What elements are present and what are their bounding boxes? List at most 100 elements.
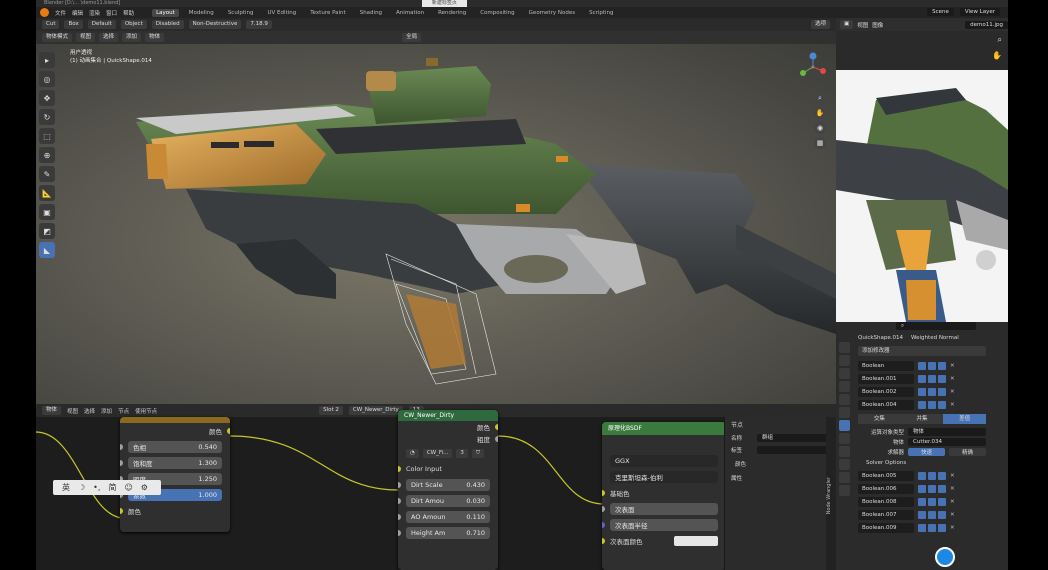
cut-tool-dropdown[interactable]: Cut [42,20,60,29]
subsurface-field[interactable]: 次表面 [610,503,718,515]
pan-hand-icon[interactable]: ✋ [992,51,1002,60]
tab-rendering[interactable]: Rendering [434,9,470,17]
group-dirt-scale-socket[interactable] [398,482,401,488]
hsv-output-socket[interactable] [227,428,230,434]
modifier-row-boolean-002[interactable]: Boolean.002 ✕ [836,385,1008,398]
tab-compositing[interactable]: Compositing [476,9,518,17]
browser-tab[interactable]: 新建标签页 [421,0,467,7]
mode-dropdown[interactable]: 物体模式 [42,33,73,42]
principled-bsdf-node[interactable]: 原理化BSDF GGX 克里斯坦森-伯利 基础色 次表面 次表面半径 次表面颜色 [602,422,726,570]
subsurface-method-dropdown[interactable]: 克里斯坦森-伯利 [610,471,718,483]
object-name[interactable]: QuickShape.014 [858,335,903,341]
base-color-socket[interactable] [602,490,605,496]
default-dropdown[interactable]: Default [87,20,116,29]
ao-amount-field[interactable]: AO Amoun 0.110 [406,511,490,523]
moon-icon[interactable]: ☽ [78,483,85,492]
properties-search[interactable]: ⌕ [836,322,1008,332]
zoom-icon[interactable]: ⌕ [998,35,1002,45]
punctuation-icon[interactable]: •, [93,483,100,492]
reference-image[interactable] [836,70,1008,322]
node-wrangler-tab[interactable]: Node Wrangler [826,417,836,570]
bsdf-node-header[interactable]: 原理化BSDF [602,422,726,435]
dirt-amount-field[interactable]: Dirt Amou 0.030 [406,495,490,507]
height-amount-field[interactable]: Height Am 0.710 [406,527,490,539]
boolean-union-tab[interactable]: 并集 [900,414,944,424]
group-node-header[interactable]: CW_Newer_Dirty [398,410,498,421]
modifier-row-boolean-005[interactable]: Boolean.005 ✕ [836,469,1008,482]
node-group-name[interactable]: CW_Fi... [422,448,453,458]
hsv-color-input-socket[interactable] [120,508,123,514]
node-color-section[interactable]: 颜色 [725,456,836,472]
node-label-field[interactable] [757,446,830,454]
pan-hand-icon[interactable]: ✋ [814,107,826,119]
tab-texture-paint[interactable]: Texture Paint [306,9,350,17]
physics-tab-icon[interactable] [839,446,850,457]
tab-layout[interactable]: Layout [152,8,179,17]
ime-lang-toggle[interactable]: 英 [62,482,70,493]
particles-tab-icon[interactable] [839,433,850,444]
solver-options-panel[interactable]: Solver Options [836,457,1008,469]
tab-uv-editing[interactable]: UV Editing [264,9,301,17]
menu-edit[interactable]: 编辑 [72,9,83,17]
ortho-grid-icon[interactable]: ▦ [814,137,826,149]
tab-sculpting[interactable]: Sculpting [224,9,258,17]
chat-bubble-icon[interactable] [935,547,955,567]
add-modifier-button[interactable]: 添加修改器 [858,346,986,356]
tab-modeling[interactable]: Modeling [185,9,218,17]
ime-simplified-toggle[interactable]: 简 [108,482,116,493]
blender-logo-icon[interactable] [40,8,49,17]
box-mode-dropdown[interactable]: Box [64,20,83,29]
menu-add[interactable]: 添加 [122,33,142,42]
hsv-node[interactable]: 颜色 色相0.540 饱和度1.300 明度1.250 系数1.000 [120,417,230,532]
node-properties-section[interactable]: 属性 [725,472,836,484]
image-editor-type-icon[interactable]: ▣ [840,20,854,29]
subsurface-socket[interactable] [602,506,605,512]
disabled-dropdown[interactable]: Disabled [151,20,184,29]
boolean-difference-tab[interactable]: 差值 [943,414,987,424]
menu-file[interactable]: 文件 [55,9,66,17]
modifier-row-boolean-007[interactable]: Boolean.007 ✕ [836,508,1008,521]
operand-object-field[interactable]: Cutter.034 [908,438,986,446]
modifier-row-boolean-001[interactable]: Boolean.001 ✕ [836,372,1008,385]
solver-exact-button[interactable]: 精确 [949,448,986,456]
non-destructive-dropdown[interactable]: Non-Destructive [188,20,242,29]
dirt-scale-field[interactable]: Dirt Scale 0.430 [406,479,490,491]
image-menu-image[interactable]: 图像 [872,21,883,29]
node-group-icon[interactable]: ◔ [406,448,419,458]
group-out-color-socket[interactable] [495,424,498,430]
image-menu-view[interactable]: 视图 [857,21,868,29]
weapon-model[interactable] [36,44,836,404]
hue-field[interactable]: 色相 0.540 [128,441,222,453]
tool-tab-icon[interactable] [839,342,850,353]
node-section-title[interactable]: 节点 [725,417,836,432]
shader-node-editor[interactable]: 物体 视图 选择 添加 节点 使用节点 Slot 2 CW_Newer_Dirt… [36,404,836,570]
group-node[interactable]: CW_Newer_Dirty 颜色 粗度 ◔ CW_Fi... 3 ⛉ Colo… [398,410,498,570]
menu-view[interactable]: 视图 [76,33,96,42]
modifier-row-boolean[interactable]: Boolean ✕ [836,359,1008,372]
menu-select[interactable]: 选择 [99,33,119,42]
tab-scripting[interactable]: Scripting [585,9,617,17]
group-out-roughness-socket[interactable] [495,436,498,442]
menu-render[interactable]: 渲染 [89,9,100,17]
subsurface-color-socket[interactable] [602,538,605,544]
saturation-field[interactable]: 饱和度 1.300 [128,457,222,469]
hsv-saturation-socket[interactable] [120,460,123,466]
solver-fast-button[interactable]: 快速 [908,448,945,456]
object-dropdown[interactable]: Object [120,20,147,29]
active-modifier-label[interactable]: Weighted Normal [911,335,959,341]
image-filename-field[interactable]: demo11.jpg [965,20,1008,29]
scene-field[interactable]: Scene [927,8,954,16]
subsurface-radius-socket[interactable] [602,522,605,528]
menu-object[interactable]: 物体 [145,33,165,42]
subsurface-color-swatch[interactable] [674,536,718,546]
modifier-row-boolean-004[interactable]: Boolean.004 ✕ [836,398,1008,411]
menu-help[interactable]: 帮助 [123,9,134,17]
tab-geometry-nodes[interactable]: Geometry Nodes [525,9,579,17]
tab-animation[interactable]: Animation [392,9,428,17]
emoji-icon[interactable]: ☺ [124,483,132,492]
modifier-wrench-icon[interactable] [839,420,850,431]
view-layer-field[interactable]: View Layer [959,8,1000,16]
options-dropdown[interactable]: 选项 [810,20,830,29]
gear-icon[interactable]: ⚙ [141,483,148,492]
group-color-input-socket[interactable] [398,466,401,472]
